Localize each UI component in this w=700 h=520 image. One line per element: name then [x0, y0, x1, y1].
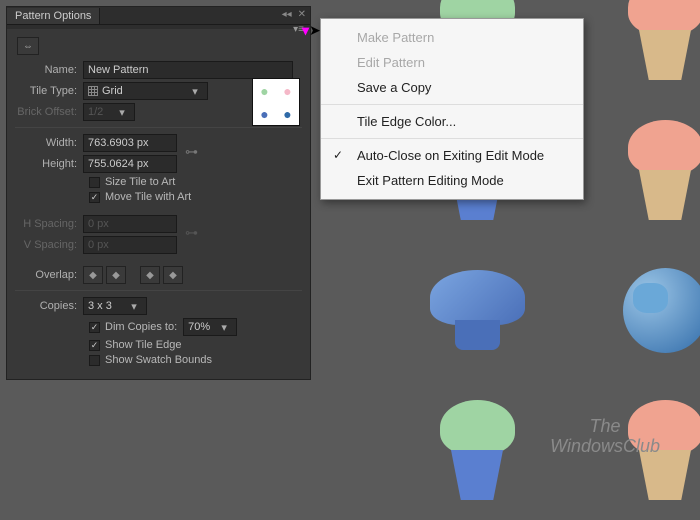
move-tile-label: Move Tile with Art — [105, 191, 191, 203]
overlap-top-button[interactable]: ◆ — [140, 266, 160, 284]
menu-auto-close[interactable]: ✓Auto-Close on Exiting Edit Mode — [321, 143, 583, 168]
check-icon: ✓ — [333, 148, 343, 162]
v-spacing-label: V Spacing: — [15, 239, 83, 251]
menu-make-pattern: Make Pattern — [321, 25, 583, 50]
panel-tab-pattern-options[interactable]: Pattern Options — [7, 8, 100, 24]
overlap-right-button[interactable]: ◆ — [106, 266, 126, 284]
h-spacing-input — [83, 215, 177, 233]
copies-label: Copies: — [15, 300, 83, 312]
width-label: Width: — [15, 137, 83, 149]
overlap-bottom-button[interactable]: ◆ — [163, 266, 183, 284]
show-tile-edge-label: Show Tile Edge — [105, 339, 181, 351]
brick-offset-label: Brick Offset: — [15, 106, 83, 118]
overlap-left-button[interactable]: ◆ — [83, 266, 103, 284]
copies-select[interactable]: 3 x 3▾ — [83, 297, 147, 315]
name-label: Name: — [15, 64, 83, 76]
link-spacing-icon: ⊶ — [185, 225, 198, 241]
dim-copies-checkbox[interactable]: ✓ — [89, 322, 100, 333]
name-input[interactable] — [83, 61, 293, 79]
menu-tile-edge-color[interactable]: Tile Edge Color... — [321, 109, 583, 134]
show-swatch-label: Show Swatch Bounds — [105, 354, 212, 366]
panel-tab-bar: Pattern Options ◂◂ ✕ — [7, 7, 310, 25]
link-dimensions-icon[interactable]: ⊶ — [185, 144, 198, 160]
height-label: Height: — [15, 158, 83, 170]
show-tile-edge-checkbox[interactable]: ✓ — [89, 340, 100, 351]
close-icon[interactable]: ✕ — [298, 9, 306, 20]
pattern-preview-thumb: ●● ●● — [252, 78, 300, 126]
pattern-options-panel: Pattern Options ◂◂ ✕ ▾≡ ⇔ Name: Tile Typ… — [6, 6, 311, 380]
tile-type-select[interactable]: Grid ▾ — [83, 82, 208, 100]
panel-flyout-menu: Make Pattern Edit Pattern Save a Copy Ti… — [320, 18, 584, 200]
overlap-label: Overlap: — [15, 269, 83, 281]
h-spacing-label: H Spacing: — [15, 218, 83, 230]
cursor-icon: ▾➤ — [302, 22, 321, 39]
grid-icon — [88, 86, 98, 96]
chevron-down-icon: ▾ — [187, 85, 203, 98]
dim-copies-select[interactable]: 70%▾ — [183, 318, 237, 336]
collapse-icon[interactable]: ◂◂ — [282, 9, 292, 20]
size-tile-label: Size Tile to Art — [105, 176, 175, 188]
show-swatch-checkbox[interactable] — [89, 355, 100, 366]
dim-copies-label: Dim Copies to: — [105, 321, 177, 333]
watermark: The WindowsClub — [550, 417, 660, 457]
menu-save-copy[interactable]: Save a Copy — [321, 75, 583, 100]
height-input[interactable] — [83, 155, 177, 173]
width-input[interactable] — [83, 134, 177, 152]
brick-offset-select: 1/2▾ — [83, 103, 135, 121]
menu-edit-pattern: Edit Pattern — [321, 50, 583, 75]
move-tile-checkbox[interactable]: ✓ — [89, 192, 100, 203]
expand-tile-icon[interactable]: ⇔ — [17, 37, 39, 55]
menu-exit-pattern-editing[interactable]: Exit Pattern Editing Mode — [321, 168, 583, 193]
size-tile-checkbox[interactable] — [89, 177, 100, 188]
v-spacing-input — [83, 236, 177, 254]
tile-type-label: Tile Type: — [15, 85, 83, 97]
